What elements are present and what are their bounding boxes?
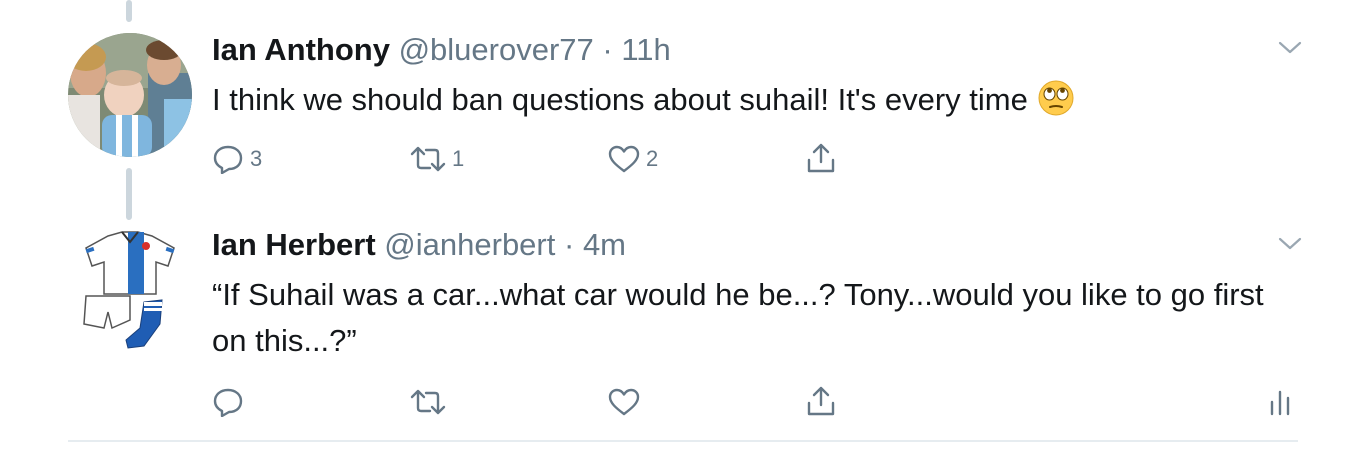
reply-icon (213, 145, 243, 174)
tweet-text: “If Suhail was a car...what car would he… (212, 277, 1264, 358)
like-count: 2 (646, 146, 659, 171)
retweet-button[interactable] (410, 389, 452, 415)
tweet-divider (68, 440, 1298, 442)
heart-icon (608, 145, 640, 173)
reply-button[interactable]: 3 (212, 144, 262, 174)
share-button[interactable] (806, 142, 836, 174)
thread-line-middle (126, 168, 132, 220)
timestamp[interactable]: 11h (621, 32, 670, 67)
face-with-rolling-eyes-icon (1038, 80, 1074, 129)
like-button[interactable] (608, 388, 646, 416)
tweet-text-content: I think we should ban questions about su… (212, 82, 1028, 117)
display-name[interactable]: Ian Herbert (212, 227, 376, 262)
reply-count: 3 (250, 146, 263, 171)
share-button[interactable] (806, 385, 836, 417)
retweet-icon (410, 389, 446, 415)
timestamp[interactable]: 4m (583, 227, 626, 262)
user-handle[interactable]: @ianherbert (384, 227, 555, 262)
share-icon (807, 143, 835, 173)
user-handle[interactable]: @bluerover77 (399, 32, 594, 67)
retweet-count: 1 (452, 146, 465, 171)
analytics-button[interactable] (1268, 390, 1292, 416)
separator-dot: · (563, 227, 575, 262)
separator-dot: · (602, 32, 613, 67)
like-button[interactable]: 2 (608, 145, 658, 173)
share-icon (807, 386, 835, 416)
chevron-down-icon[interactable] (1278, 40, 1302, 56)
tweet-header: Ian Anthony @bluerover77 · 11h (212, 34, 671, 65)
thread-line-top (126, 0, 132, 22)
heart-icon (608, 388, 640, 416)
display-name[interactable]: Ian Anthony (212, 32, 390, 67)
football-kit-icon (83, 231, 175, 349)
avatar[interactable] (68, 33, 192, 157)
retweet-icon (410, 146, 446, 172)
reply-button[interactable] (212, 387, 250, 417)
avatar[interactable] (78, 228, 182, 350)
analytics-icon (1270, 390, 1290, 416)
chevron-down-icon[interactable] (1278, 236, 1302, 252)
reply-icon (213, 388, 243, 417)
tweet-text: I think we should ban questions about su… (212, 77, 1282, 129)
retweet-button[interactable]: 1 (410, 146, 464, 172)
tweet-header: Ian Herbert @ianherbert · 4m (212, 229, 626, 260)
